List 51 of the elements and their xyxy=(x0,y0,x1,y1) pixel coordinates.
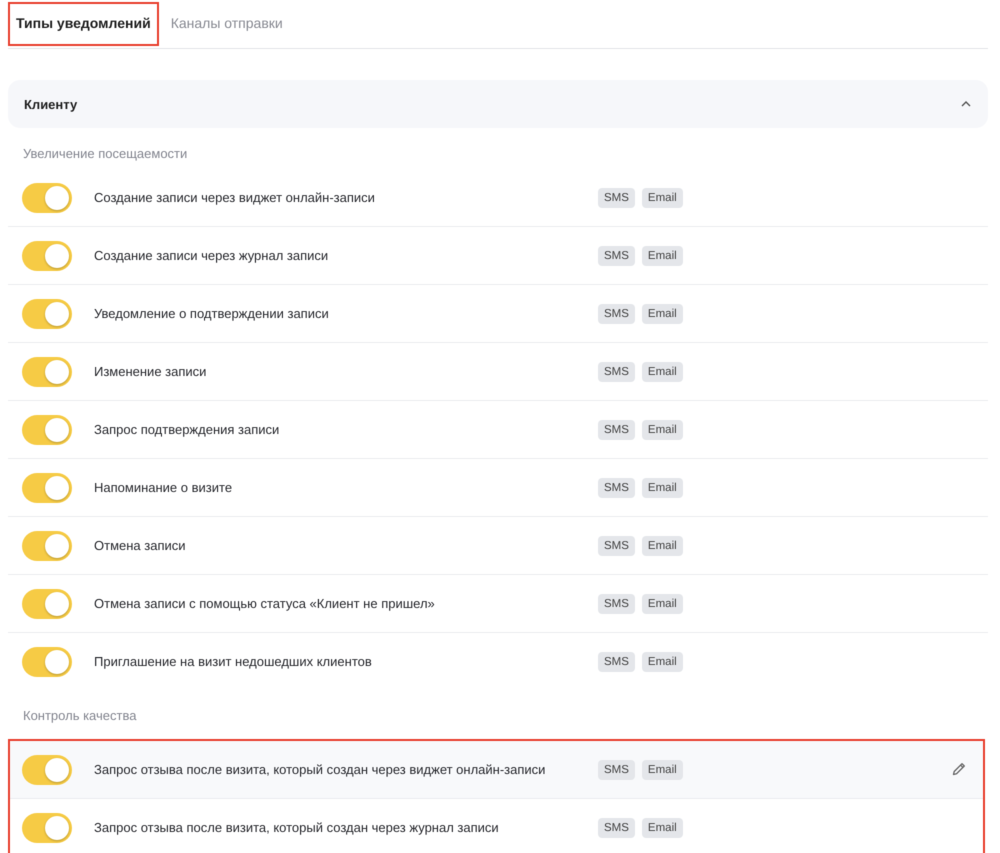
pencil-icon[interactable] xyxy=(951,761,967,777)
channel-tag: Email xyxy=(642,594,683,614)
tab[interactable]: Типы уведомлений xyxy=(8,2,159,46)
channel-tag: Email xyxy=(642,478,683,498)
channel-tag: Email xyxy=(642,420,683,440)
notification-label: Приглашение на визит недошедших клиентов xyxy=(94,654,373,669)
notification-label: Запрос отзыва после визита, который создан через журнал записи xyxy=(94,820,500,835)
channel-tag: SMS xyxy=(598,478,635,498)
channel-tag: SMS xyxy=(598,594,635,614)
channel-tag: Email xyxy=(642,536,683,556)
toggle-switch[interactable] xyxy=(22,414,72,444)
section-title: Контроль качества xyxy=(22,707,138,725)
channel-tag: Email xyxy=(642,246,683,266)
channel-tag: SMS xyxy=(598,536,635,556)
toggle-switch[interactable] xyxy=(22,182,72,212)
channel-tag: SMS xyxy=(598,760,635,780)
channel-tag: Email xyxy=(642,362,683,382)
notification-label: Изменение записи xyxy=(94,364,208,379)
notification-label: Создание записи через виджет онлайн-записи xyxy=(94,190,376,205)
toggle-switch[interactable] xyxy=(22,472,72,502)
toggle-switch[interactable] xyxy=(22,812,72,842)
chevron-icon[interactable] xyxy=(960,100,972,108)
notification-label: Запрос подтверждения записи xyxy=(94,422,280,437)
channel-tag: Email xyxy=(642,304,683,324)
toggle-switch[interactable] xyxy=(22,588,72,618)
notification-label: Запрос отзыва после визита, который создан через виджет онлайн-записи xyxy=(94,762,546,777)
channel-tag: SMS xyxy=(598,188,635,208)
toggle-switch[interactable] xyxy=(22,530,72,560)
channel-tag: SMS xyxy=(598,818,635,838)
channel-tag: SMS xyxy=(598,652,635,672)
panel-title: Клиенту xyxy=(24,96,78,112)
toggle-switch[interactable] xyxy=(22,240,72,270)
toggle-switch[interactable] xyxy=(22,356,72,386)
section-title: Увеличение посещаемости xyxy=(22,145,188,163)
notification-label: Отмена записи с помощью статуса «Клиент не пришел» xyxy=(94,596,436,611)
notification-label: Уведомление о подтверждении записи xyxy=(94,306,330,321)
channel-tag: SMS xyxy=(598,362,635,382)
notification-label: Отмена записи xyxy=(94,538,187,553)
channel-tag: Email xyxy=(642,652,683,672)
channel-tag: SMS xyxy=(598,420,635,440)
toggle-switch[interactable] xyxy=(22,298,72,328)
channel-tag: SMS xyxy=(598,304,635,324)
panel-header[interactable]: Клиенту xyxy=(8,80,988,128)
channel-tag: SMS xyxy=(598,246,635,266)
channel-tag: Email xyxy=(642,818,683,838)
notification-label: Создание записи через журнал записи xyxy=(94,248,330,263)
toggle-switch[interactable] xyxy=(22,754,72,784)
notification-label: Напоминание о визите xyxy=(94,480,234,495)
toggle-switch[interactable] xyxy=(22,646,72,676)
channel-tag: Email xyxy=(642,760,683,780)
channel-tag: Email xyxy=(642,188,683,208)
